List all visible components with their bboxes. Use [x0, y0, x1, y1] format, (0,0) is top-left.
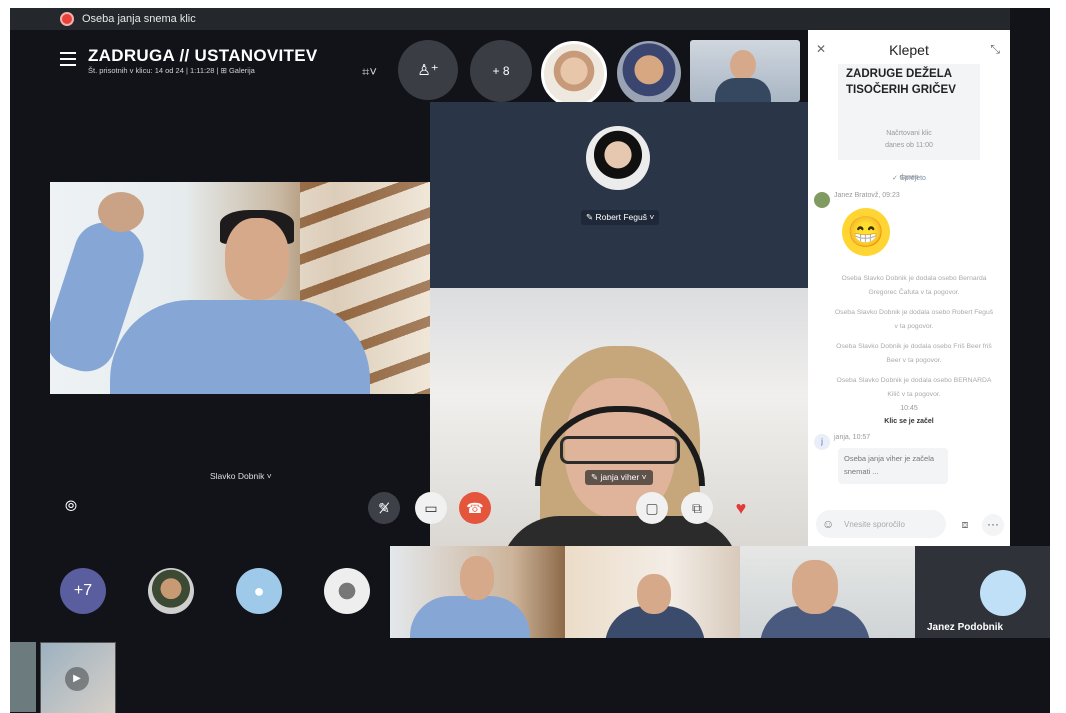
play-icon[interactable]: ▶ — [65, 667, 89, 691]
more-icon: ··· — [778, 499, 794, 516]
call-info: Št. prisotnih v klicu: 14 od 24 | 1:11:2… — [88, 66, 255, 75]
participant-avatar[interactable]: ● — [236, 568, 282, 614]
message-author: Janez Bratovž, 09:23 — [834, 192, 900, 199]
main-video-slavko[interactable] — [50, 182, 430, 394]
card-title: ZADRUGE DEŽELA TISOČERIH GRIČEV — [846, 68, 956, 96]
emoji-icon[interactable]: ☺ — [822, 517, 834, 531]
time-separator: 10:45 — [900, 405, 918, 412]
participant-avatar[interactable] — [148, 568, 194, 614]
video-icon: ▭ — [424, 499, 438, 516]
more-options-button[interactable]: ··· — [770, 492, 802, 524]
author-avatar: j — [814, 434, 830, 450]
system-message: Oseba Slavko Dobnik je dodala osebo Bern… — [841, 275, 987, 296]
recording-preview[interactable] — [10, 642, 36, 712]
call-title: ZADRUGA // USTANOVITEV — [88, 46, 318, 65]
participant-video-tile[interactable] — [565, 546, 740, 638]
share-screen-icon: ⧉ — [692, 499, 702, 516]
message-input[interactable]: Vnesite sporočilo — [816, 510, 946, 538]
video-button[interactable]: ▭ — [415, 492, 447, 524]
heart-icon: ♥ — [735, 497, 747, 518]
recording-preview[interactable]: ▶ — [40, 642, 116, 713]
expand-icon[interactable]: ⤡ — [990, 42, 1000, 57]
chat-button[interactable]: ▢ — [636, 492, 668, 524]
more-participants-button[interactable]: + 8 — [470, 40, 532, 102]
more-icon[interactable]: ··· — [982, 514, 1004, 536]
scheduled-call-card[interactable]: ZADRUGE DEŽELA TISOČERIH GRIČEV Načrtova… — [838, 64, 980, 182]
participant-avatar[interactable] — [617, 41, 681, 105]
hangup-button[interactable]: ☎ — [459, 492, 491, 524]
participant-name-label[interactable]: Slavko Dobnik ˅ — [210, 471, 272, 481]
recording-bar: Oseba janja snema klic — [10, 8, 1010, 30]
card-subtitle: Načrtovani klic danes ob 11:00 — [885, 130, 933, 149]
date-separator: danes — [899, 174, 919, 181]
system-message: Oseba Slavko Dobnik je dodala osebo BERN… — [836, 377, 992, 398]
message-author: janja, 10:57 — [834, 434, 871, 441]
participant-name-label: Janez Podobnik — [927, 622, 1004, 633]
add-person-icon: ♙⁺ — [417, 62, 439, 79]
layout-icon[interactable]: ⌗˅ — [362, 64, 377, 80]
share-button[interactable]: ⧉ — [681, 492, 713, 524]
call-started-label: Klic se je začel — [884, 418, 934, 425]
chat-title: Klepet — [889, 42, 929, 58]
participant-avatar[interactable] — [541, 41, 607, 107]
recording-icon — [60, 12, 74, 26]
author-avatar — [814, 192, 830, 208]
participant-video-tile[interactable] — [390, 546, 565, 638]
participant-avatar[interactable] — [324, 568, 370, 614]
grin-emoji: 😁 — [842, 208, 890, 256]
participant-name-label[interactable]: ✎ janja viher ˅ — [585, 470, 653, 485]
snapshot-icon[interactable]: ⦾ — [65, 498, 77, 515]
recording-text: Oseba janja snema klic — [82, 13, 196, 25]
person-icon: ● — [253, 580, 265, 601]
message-bubble: Oseba janja viher je začela snemati ... — [838, 448, 948, 484]
skype-call-window: Oseba janja snema klic ZADRUGA // USTANO… — [10, 8, 1050, 713]
hangup-icon: ☎ — [466, 499, 484, 516]
menu-icon[interactable] — [60, 52, 76, 70]
add-people-button[interactable]: ♙⁺ — [398, 40, 458, 100]
chat-panel: ✕ Klepet ⤡ ZADRUGE DEŽELA TISOČERIH GRIČ… — [808, 30, 1010, 548]
chat-icon: ▢ — [645, 499, 659, 516]
react-button[interactable]: ♥ — [725, 492, 757, 524]
self-video-thumbnail[interactable] — [690, 40, 800, 102]
more-participants-avatar[interactable]: +7 — [60, 568, 106, 614]
mic-off-icon: ✎̸ — [378, 499, 390, 516]
attachment-icon[interactable]: ⧈ — [954, 514, 976, 536]
mic-button[interactable]: ✎̸ — [368, 492, 400, 524]
participant-video-tile[interactable] — [740, 546, 915, 638]
participant-avatar — [980, 570, 1026, 616]
participant-name-label[interactable]: ✎ Robert Feguš ˅ — [581, 210, 660, 225]
robert-avatar — [586, 126, 650, 190]
system-message: Oseba Slavko Dobnik je dodala osebo Robe… — [834, 309, 994, 330]
system-message: Oseba Slavko Dobnik je dodala osebo Friš… — [836, 343, 992, 364]
